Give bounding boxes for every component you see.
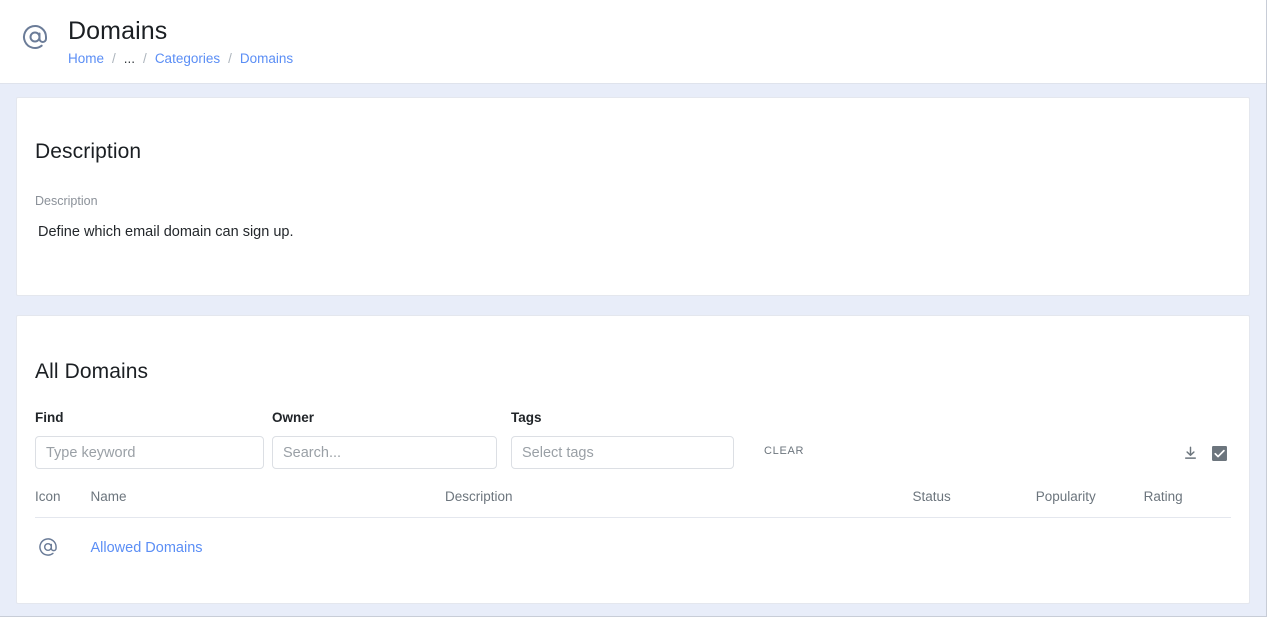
row-popularity-cell — [1036, 518, 1144, 562]
page-header: Domains Home / ... / Categories / Domain… — [0, 0, 1266, 84]
owner-input[interactable] — [272, 436, 497, 469]
table-body: Allowed Domains — [35, 518, 1231, 562]
description-card-title: Description — [35, 139, 1231, 165]
description-card: Description Description Define which ema… — [16, 97, 1250, 296]
download-icon[interactable] — [1180, 443, 1200, 463]
filter-bar: Find Owner Tags CLEAR — [35, 409, 1231, 469]
header-text-block: Domains Home / ... / Categories / Domain… — [68, 16, 293, 68]
search-input[interactable] — [35, 436, 264, 469]
clear-filters-button[interactable]: CLEAR — [758, 441, 810, 461]
breadcrumb-separator: / — [112, 50, 116, 68]
row-rating-cell — [1144, 518, 1231, 562]
filter-find: Find — [35, 409, 264, 469]
breadcrumb-separator: / — [228, 50, 232, 68]
find-label: Find — [35, 409, 264, 427]
at-sign-icon — [18, 20, 52, 54]
row-name-cell: Allowed Domains — [90, 518, 444, 562]
column-header-description[interactable]: Description — [445, 489, 913, 518]
description-field-label: Description — [35, 193, 1231, 209]
at-sign-icon — [35, 534, 61, 560]
all-domains-card: All Domains Find Owner Tags CLEAR — [16, 315, 1250, 604]
tags-label: Tags — [511, 409, 734, 427]
breadcrumb-item-ellipsis[interactable]: ... — [124, 50, 135, 68]
column-header-rating[interactable]: Rating — [1144, 489, 1231, 518]
table-row[interactable]: Allowed Domains — [35, 518, 1231, 562]
owner-label: Owner — [272, 409, 497, 427]
page-title: Domains — [68, 16, 293, 46]
filter-owner: Owner — [272, 409, 497, 469]
page-content: Description Description Define which ema… — [0, 84, 1266, 616]
column-header-popularity[interactable]: Popularity — [1036, 489, 1144, 518]
domains-table: Icon Name Description Status Popularity … — [35, 489, 1231, 561]
breadcrumb-item-home[interactable]: Home — [68, 50, 104, 68]
breadcrumb-item-categories[interactable]: Categories — [155, 50, 220, 68]
checkbox-checked-icon[interactable] — [1209, 443, 1229, 463]
breadcrumb-item-domains[interactable]: Domains — [240, 50, 293, 68]
app-page: Domains Home / ... / Categories / Domain… — [0, 0, 1267, 617]
table-header-row: Icon Name Description Status Popularity … — [35, 489, 1231, 518]
row-description-cell — [445, 518, 913, 562]
breadcrumb: Home / ... / Categories / Domains — [68, 50, 293, 68]
row-status-cell — [912, 518, 1035, 562]
column-header-name[interactable]: Name — [90, 489, 444, 518]
filter-actions — [1180, 443, 1229, 463]
row-icon-cell — [35, 518, 90, 562]
breadcrumb-separator: / — [143, 50, 147, 68]
table-header: Icon Name Description Status Popularity … — [35, 489, 1231, 518]
tags-input[interactable] — [511, 436, 734, 469]
column-header-icon[interactable]: Icon — [35, 489, 90, 518]
filter-tags: Tags — [511, 409, 734, 469]
column-header-status[interactable]: Status — [912, 489, 1035, 518]
domain-link-allowed-domains[interactable]: Allowed Domains — [90, 540, 202, 556]
description-field-value: Define which email domain can sign up. — [38, 222, 1231, 242]
all-domains-title: All Domains — [35, 359, 1231, 385]
